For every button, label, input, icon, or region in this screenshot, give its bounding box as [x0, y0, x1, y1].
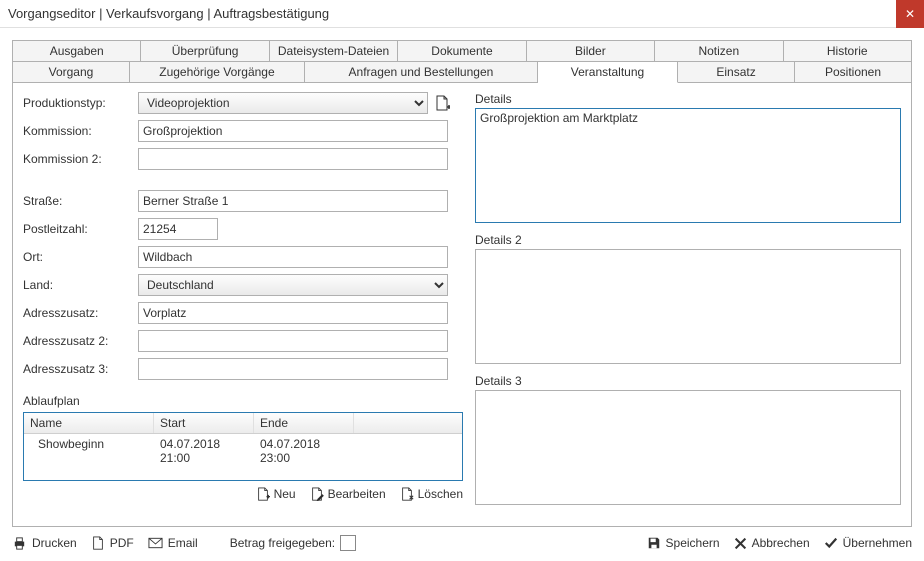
strasse-input[interactable]	[138, 190, 448, 212]
tab-bilder[interactable]: Bilder	[527, 40, 655, 62]
zusatz2-label: Adresszusatz 2:	[23, 334, 138, 348]
abbrechen-button[interactable]: Abbrechen	[734, 536, 810, 550]
land-label: Land:	[23, 278, 138, 292]
tab-zugehoerige[interactable]: Zugehörige Vorgänge	[130, 61, 305, 83]
tabs-row-1: Ausgaben Überprüfung Dateisystem-Dateien…	[12, 40, 912, 61]
col-header-rest	[354, 413, 462, 433]
ablaufplan-section: Ablaufplan Name Start Ende Showbeginn 04…	[23, 394, 463, 501]
tab-panel-veranstaltung: Produktionstyp: Videoprojektion Kommissi…	[12, 82, 912, 527]
titlebar: Vorgangseditor | Verkaufsvorgang | Auftr…	[0, 0, 924, 28]
ort-input[interactable]	[138, 246, 448, 268]
zusatz-input[interactable]	[138, 302, 448, 324]
footer-bar: Drucken PDF Email Betrag freigegeben: Sp…	[0, 527, 924, 561]
ablaufplan-title: Ablaufplan	[23, 394, 463, 408]
grid-body: Showbeginn 04.07.2018 21:00 04.07.2018 2…	[24, 434, 462, 480]
zusatz3-input[interactable]	[138, 358, 448, 380]
zusatz-label: Adresszusatz:	[23, 306, 138, 320]
kommission2-input[interactable]	[138, 148, 448, 170]
col-header-name[interactable]: Name	[24, 413, 154, 433]
table-row[interactable]: Showbeginn 04.07.2018 21:00 04.07.2018 2…	[24, 434, 462, 468]
print-icon	[12, 536, 27, 551]
details-right-column: Details Großprojektion am Marktplatz Det…	[475, 92, 901, 520]
close-button[interactable]: ✕	[896, 0, 924, 28]
save-icon	[647, 536, 661, 550]
ort-label: Ort:	[23, 250, 138, 264]
pdf-button[interactable]: PDF	[91, 536, 134, 550]
kommission-input[interactable]	[138, 120, 448, 142]
details2-textarea[interactable]	[475, 249, 901, 364]
tab-historie[interactable]: Historie	[784, 40, 912, 62]
cell-rest	[354, 434, 462, 468]
bearbeiten-label: Bearbeiten	[328, 487, 386, 501]
tab-einsatz[interactable]: Einsatz	[678, 61, 795, 83]
cell-start: 04.07.2018 21:00	[154, 434, 254, 468]
ablauf-actions: Neu Bearbeiten Löschen	[23, 487, 463, 501]
tab-ueberpruefung[interactable]: Überprüfung	[141, 40, 269, 62]
drucken-label: Drucken	[32, 536, 77, 550]
tabs-row-2: Vorgang Zugehörige Vorgänge Anfragen und…	[12, 61, 912, 82]
speichern-button[interactable]: Speichern	[647, 536, 720, 550]
produktionstyp-select[interactable]: Videoprojektion	[138, 92, 428, 114]
uebernehmen-button[interactable]: Übernehmen	[824, 536, 912, 550]
tab-anfragen[interactable]: Anfragen und Bestellungen	[305, 61, 538, 83]
email-button[interactable]: Email	[148, 536, 198, 550]
zusatz3-label: Adresszusatz 3:	[23, 362, 138, 376]
tab-vorgang[interactable]: Vorgang	[12, 61, 130, 83]
close-icon: ✕	[905, 7, 915, 21]
col-header-ende[interactable]: Ende	[254, 413, 354, 433]
details1-textarea[interactable]: Großprojektion am Marktplatz	[475, 108, 901, 223]
tab-positionen[interactable]: Positionen	[795, 61, 912, 83]
kommission2-label: Kommission 2:	[23, 152, 138, 166]
cancel-icon	[734, 537, 747, 550]
abbrechen-label: Abbrechen	[752, 536, 810, 550]
content-area: Ausgaben Überprüfung Dateisystem-Dateien…	[0, 28, 924, 527]
details3-textarea[interactable]	[475, 390, 901, 505]
ablaufplan-grid[interactable]: Name Start Ende Showbeginn 04.07.2018 21…	[23, 412, 463, 481]
drucken-button[interactable]: Drucken	[12, 536, 77, 551]
neu-button[interactable]: Neu	[256, 487, 296, 501]
document-plus-icon	[434, 95, 450, 111]
tab-notizen[interactable]: Notizen	[655, 40, 783, 62]
pdf-icon	[91, 536, 105, 550]
loeschen-button[interactable]: Löschen	[400, 487, 463, 501]
email-label: Email	[168, 536, 198, 550]
betrag-checkbox[interactable]	[340, 535, 356, 551]
betrag-freigegeben: Betrag freigegeben:	[230, 535, 356, 551]
form-left-column: Produktionstyp: Videoprojektion Kommissi…	[23, 92, 463, 520]
details3-label: Details 3	[475, 374, 901, 388]
cell-ende: 04.07.2018 23:00	[254, 434, 354, 468]
tab-dateisystem[interactable]: Dateisystem-Dateien	[270, 40, 398, 62]
produktionstyp-label: Produktionstyp:	[23, 96, 138, 110]
betrag-label: Betrag freigegeben:	[230, 536, 335, 550]
strasse-label: Straße:	[23, 194, 138, 208]
plz-label: Postleitzahl:	[23, 222, 138, 236]
document-plus-icon	[256, 487, 270, 501]
speichern-label: Speichern	[666, 536, 720, 550]
tab-veranstaltung[interactable]: Veranstaltung	[538, 61, 678, 83]
col-header-start[interactable]: Start	[154, 413, 254, 433]
bearbeiten-button[interactable]: Bearbeiten	[310, 487, 386, 501]
zusatz2-input[interactable]	[138, 330, 448, 352]
plz-input[interactable]	[138, 218, 218, 240]
add-produktionstyp-button[interactable]	[434, 95, 450, 111]
email-icon	[148, 537, 163, 549]
tabstrip: Ausgaben Überprüfung Dateisystem-Dateien…	[12, 40, 912, 527]
neu-label: Neu	[274, 487, 296, 501]
grid-header: Name Start Ende	[24, 413, 462, 434]
kommission-label: Kommission:	[23, 124, 138, 138]
tab-ausgaben[interactable]: Ausgaben	[12, 40, 141, 62]
pdf-label: PDF	[110, 536, 134, 550]
land-select[interactable]: Deutschland	[138, 274, 448, 296]
tab-dokumente[interactable]: Dokumente	[398, 40, 526, 62]
check-icon	[824, 536, 838, 550]
uebernehmen-label: Übernehmen	[843, 536, 912, 550]
loeschen-label: Löschen	[418, 487, 463, 501]
document-edit-icon	[310, 487, 324, 501]
details1-label: Details	[475, 92, 901, 106]
document-delete-icon	[400, 487, 414, 501]
cell-name: Showbeginn	[24, 434, 154, 468]
details2-label: Details 2	[475, 233, 901, 247]
window-title: Vorgangseditor | Verkaufsvorgang | Auftr…	[8, 6, 329, 21]
